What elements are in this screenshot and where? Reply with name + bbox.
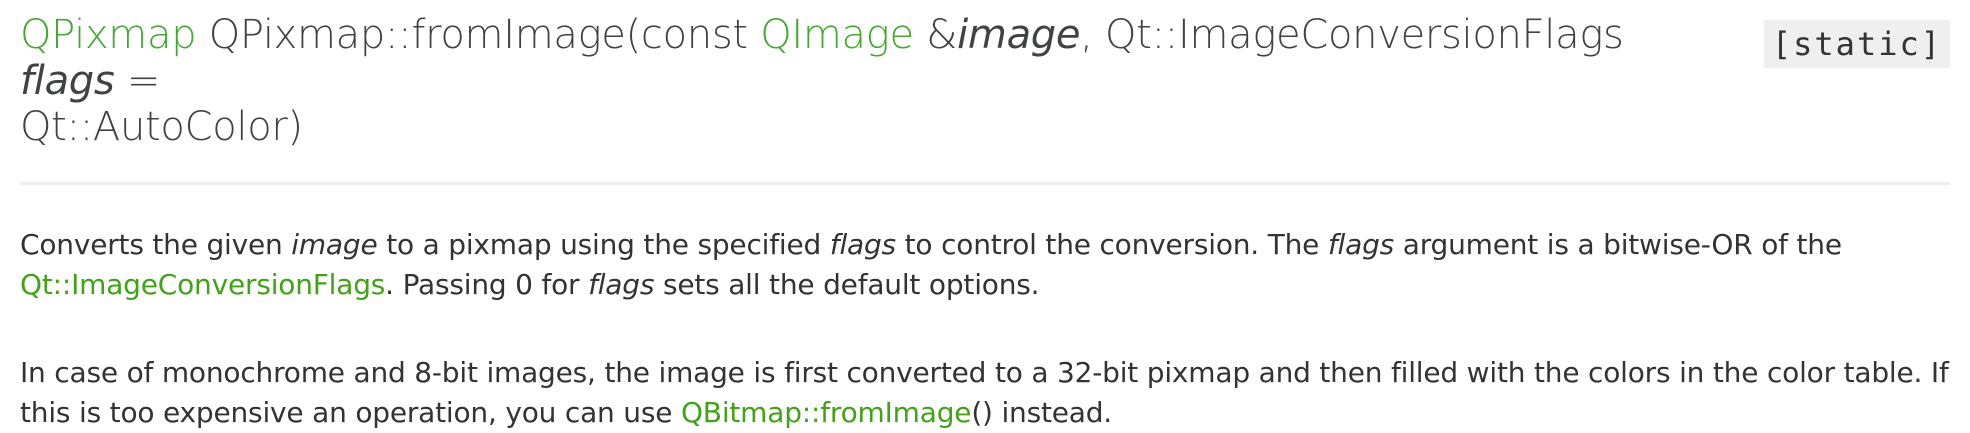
param-type-flags: Qt::ImageConversionFlags — [1105, 12, 1624, 58]
p1-text-1: Converts the given — [20, 228, 283, 261]
static-badge: [static] — [1763, 20, 1950, 68]
p1-flags-term-1: flags — [829, 228, 896, 261]
heading-divider — [20, 182, 1950, 185]
function-signature-row: QPixmap QPixmap::fromImage(const QImage … — [20, 12, 1950, 150]
qbitmap-fromimage-link[interactable]: QBitmap::fromImage — [681, 396, 972, 429]
default-equals: = — [126, 58, 161, 104]
param-ref-symbol: & — [926, 12, 958, 58]
p2-text-2: () instead. — [971, 396, 1113, 429]
description-paragraph-2: In case of monochrome and 8-bit images, … — [20, 353, 1950, 433]
p1-flags-term-2: flags — [1327, 228, 1395, 261]
p1-text-4: argument is a bitwise-OR of the — [1402, 228, 1842, 261]
param-separator: , — [1080, 12, 1093, 58]
p1-flags-term-3: flags — [588, 268, 655, 301]
param-type-link-qimage[interactable]: QImage — [760, 12, 914, 58]
default-value: Qt::AutoColor) — [20, 104, 303, 150]
function-name: QPixmap::fromImage(const — [208, 12, 748, 58]
function-signature: QPixmap QPixmap::fromImage(const QImage … — [20, 12, 1720, 150]
return-type-link[interactable]: QPixmap — [20, 12, 197, 58]
param-name-flags: flags — [20, 58, 115, 104]
p1-text-3: to control the conversion. The — [904, 228, 1320, 261]
p1-text-2: to a pixmap using the specified — [386, 228, 822, 261]
description-paragraph-1: Converts the given image to a pixmap usi… — [20, 225, 1950, 305]
p1-image-term: image — [291, 228, 378, 261]
p1-text-6: sets all the default options. — [662, 268, 1040, 301]
image-conversion-flags-link[interactable]: Qt::ImageConversionFlags — [20, 268, 385, 301]
param-name-image: image — [957, 12, 1081, 58]
doc-content: QPixmap QPixmap::fromImage(const QImage … — [20, 12, 1950, 433]
p1-text-5: . Passing 0 for — [385, 268, 580, 301]
